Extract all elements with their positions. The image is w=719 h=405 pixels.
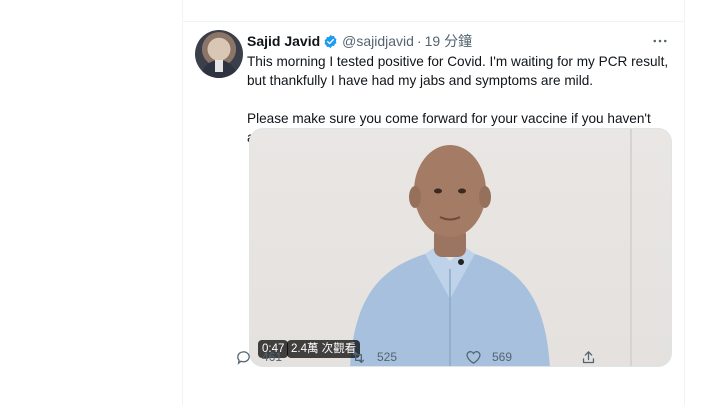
tweet-timestamp[interactable]: 19 分鐘 <box>425 31 472 51</box>
retweet-icon <box>352 351 365 363</box>
tweet-actions: 461 525 569 <box>235 346 659 368</box>
tweet-paragraph-1: This morning I tested positive for Covid… <box>247 54 669 88</box>
like-button[interactable]: 569 <box>465 349 580 366</box>
reply-button[interactable]: 461 <box>235 349 350 366</box>
retweet-button[interactable]: 525 <box>350 349 465 366</box>
reply-count: 461 <box>262 350 283 364</box>
share-button[interactable] <box>580 349 607 366</box>
share-icon <box>582 350 595 363</box>
header-separator: · <box>416 33 422 49</box>
background-wall <box>630 129 632 366</box>
timeline-column: Sajid Javid @sajidjavid · 19 分鐘 This mor… <box>182 0 685 405</box>
more-horizontal-icon[interactable] <box>649 30 671 52</box>
verified-badge-icon <box>324 34 337 48</box>
video-player[interactable]: 0:47 2.4萬 次觀看 <box>249 128 672 367</box>
video-thumbnail-person <box>350 145 550 366</box>
author-handle[interactable]: @sajidjavid <box>342 33 414 49</box>
retweet-count: 525 <box>377 350 398 364</box>
avatar[interactable] <box>195 30 243 78</box>
like-count: 569 <box>492 350 513 364</box>
heart-icon <box>466 350 481 364</box>
avatar-collar <box>215 60 223 72</box>
tweet-header: Sajid Javid @sajidjavid · 19 分鐘 <box>247 30 671 52</box>
author-name[interactable]: Sajid Javid <box>247 33 320 49</box>
divider <box>183 21 684 22</box>
reply-icon <box>237 350 250 365</box>
left-sidebar-area <box>0 0 182 405</box>
